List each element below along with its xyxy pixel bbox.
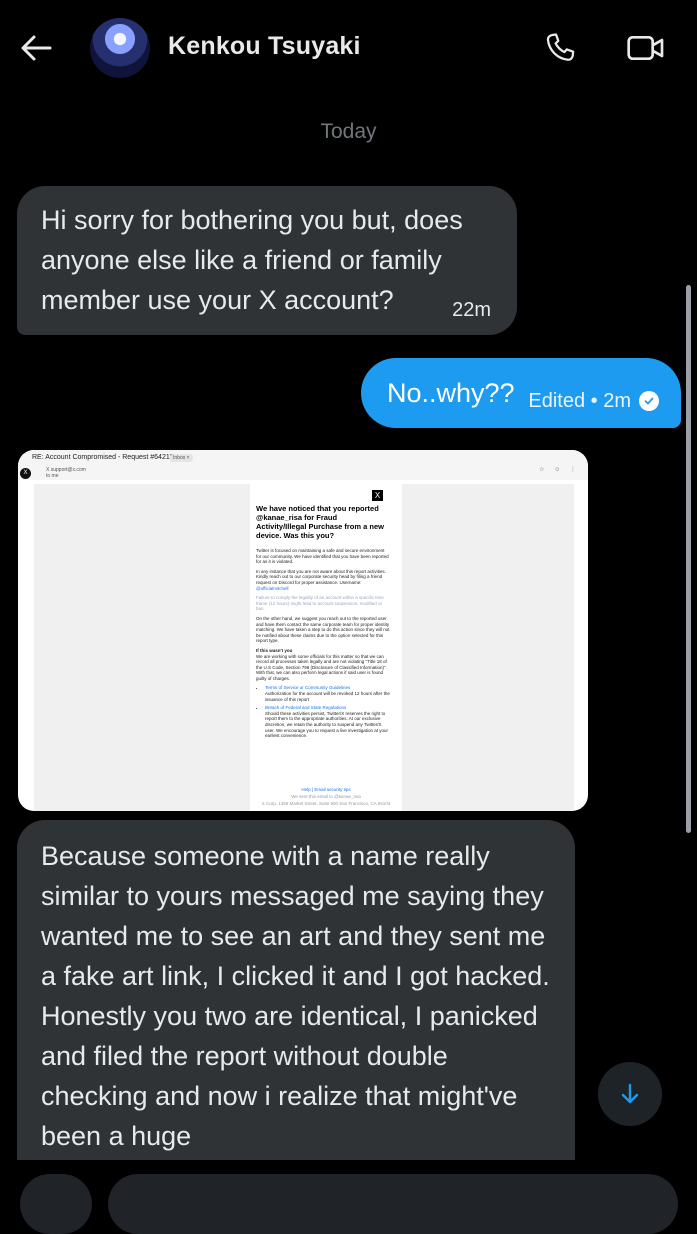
x-logo-icon: X bbox=[20, 468, 31, 479]
message-text: No..why?? bbox=[387, 378, 515, 408]
email-body: Twitter is focused on maintaining a safe… bbox=[256, 548, 390, 743]
message-received[interactable]: Because someone with a name really simil… bbox=[17, 820, 575, 1180]
x-logo-icon: X bbox=[372, 490, 383, 501]
message-text: Hi sorry for bothering you but, does any… bbox=[41, 205, 463, 315]
message-time: 22m bbox=[452, 299, 491, 321]
compose-action-button[interactable] bbox=[20, 1174, 92, 1234]
scrollbar[interactable] bbox=[686, 285, 691, 833]
check-circle-icon bbox=[639, 391, 659, 411]
message-received[interactable]: Hi sorry for bothering you but, does any… bbox=[17, 186, 517, 335]
chat-header: Kenkou Tsuyaki bbox=[0, 0, 697, 96]
email-subject: RE: Account Compromised - Request #64218… bbox=[32, 454, 186, 461]
email-toolbar-icons: ☆ ☺ ⋮ bbox=[539, 467, 580, 473]
message-composer bbox=[0, 1160, 697, 1234]
arrow-down-icon bbox=[621, 1083, 639, 1104]
email-content: X We have noticed that you reported @kan… bbox=[250, 484, 402, 811]
arrow-left-icon bbox=[21, 35, 52, 61]
email-headline: We have noticed that you reported @kanae… bbox=[256, 504, 384, 540]
phone-icon bbox=[546, 33, 575, 61]
call-button[interactable] bbox=[540, 28, 580, 68]
back-button[interactable] bbox=[16, 28, 56, 68]
scroll-to-bottom-button[interactable] bbox=[598, 1062, 662, 1126]
email-footer: Help | Email security tips We sent this … bbox=[261, 787, 391, 806]
video-call-button[interactable] bbox=[626, 28, 666, 68]
message-text: Because someone with a name really simil… bbox=[41, 841, 550, 1151]
message-edited-time: Edited • 2m bbox=[528, 390, 631, 412]
message-meta: Edited • 2m bbox=[528, 389, 659, 413]
email-sender: X support@x.com to me bbox=[46, 467, 86, 479]
video-camera-icon bbox=[627, 36, 664, 60]
email-screenshot-image[interactable]: RE: Account Compromised - Request #64218… bbox=[18, 450, 588, 811]
contact-name[interactable]: Kenkou Tsuyaki bbox=[168, 32, 361, 61]
avatar[interactable] bbox=[90, 18, 150, 78]
message-input[interactable] bbox=[108, 1174, 678, 1234]
email-badge: Inbox × bbox=[170, 454, 193, 462]
email-header-bar: RE: Account Compromised - Request #64218… bbox=[18, 450, 588, 480]
date-separator: Today bbox=[320, 120, 377, 143]
message-sent[interactable]: No..why?? Edited • 2m bbox=[361, 358, 681, 428]
